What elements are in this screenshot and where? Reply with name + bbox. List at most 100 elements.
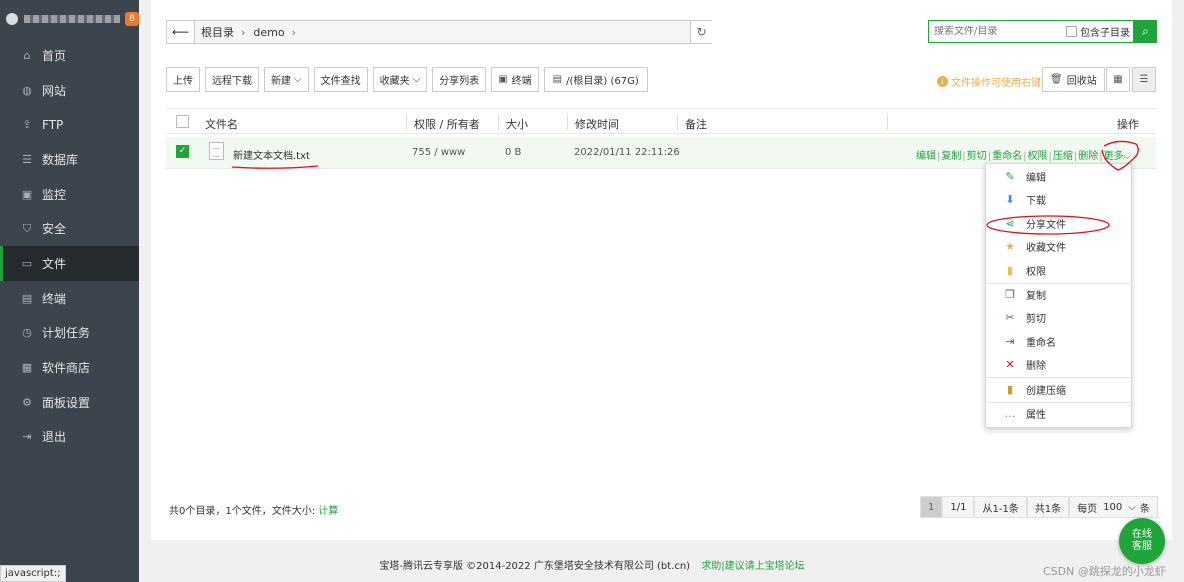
favorites-button[interactable]: 收藏夹 ⌵ [372,67,428,92]
grid-icon: ▦ [1113,74,1123,85]
menu-item-label: 重命名 [1026,337,1056,349]
op-more[interactable]: 更多⌵ [1104,151,1132,162]
menu-item-share[interactable]: ⋖ 分享文件 [986,212,1131,235]
sidebar-item-home[interactable]: ⌂ 首页 [0,38,139,73]
refresh-button[interactable]: ↻ [690,21,712,43]
watermark: CSDN @跳探龙的小龙虾 [1043,565,1166,578]
remote-download-button[interactable]: 远程下载 [205,67,259,92]
right-click-tip: i 文件操作可使用右键 [937,74,1041,89]
chevron-down-icon: ⌵ [1123,151,1132,162]
forum-link[interactable]: 求助|建议请上宝塔论坛 [701,561,804,572]
sidebar-item-logout[interactable]: ⇥ 退出 [0,420,139,455]
header-permission[interactable]: 权限 / 所有者 [414,116,480,132]
sidebar-item-label: FTP [42,117,64,132]
search-input[interactable] [934,26,1062,37]
op-cut[interactable]: 剪切 [967,151,987,162]
back-button[interactable]: ⟵ [167,21,195,43]
checkbox-icon [1066,26,1077,37]
op-copy[interactable]: 复制 [941,151,961,162]
find-file-button[interactable]: 文件查找 [313,67,368,92]
list-icon: ☰ [1139,74,1149,85]
page-current[interactable]: 1 [920,496,943,518]
archive-icon: ▮ [1006,382,1014,396]
breadcrumb-demo[interactable]: demo [253,26,284,39]
terminal-button[interactable]: ▣ 终端 [491,67,539,92]
page-count: 共1条 [1026,496,1070,518]
header-filename[interactable]: 文件名 [205,116,238,132]
sidebar-item-gear[interactable]: ⚙ 面板设置 [0,385,139,420]
gear-icon: ⚙ [22,395,32,409]
delete-icon: ✕ [1005,358,1015,372]
header-size[interactable]: 大小 [506,116,528,132]
file-size: 0 B [505,147,522,158]
header-mtime[interactable]: 修改时间 [575,116,619,132]
text-file-icon [209,142,224,160]
op-separator: | [1073,151,1078,162]
ftp-icon: ⇪ [22,118,32,132]
sidebar-item-ftp[interactable]: ⇪ FTP [0,107,139,142]
sidebar-item-apps[interactable]: ▦ 软件商店 [0,350,139,385]
menu-item-label: 剪切 [1026,314,1046,326]
calculate-link[interactable]: 计算 [318,506,338,517]
pagination: 1 1/1 从1-1条 共1条 每页 100 ⌵ 条 [920,496,1158,518]
upload-button[interactable]: 上传 [166,67,200,92]
file-mtime: 2022/01/11 22:11:26 [574,147,680,158]
menu-item-properties[interactable]: … 属性 [986,402,1131,425]
sidebar-item-clock[interactable]: ◷ 计划任务 [0,316,139,351]
share-list-button[interactable]: 分享列表 [432,67,487,92]
grid-view-button[interactable]: ▦ [1106,67,1130,92]
per-page-select[interactable]: 每页 100 ⌵ 条 [1069,496,1158,518]
search-button[interactable]: ⌕ [1134,20,1157,43]
menu-item-archive[interactable]: ▮ 创建压缩 [986,378,1131,401]
menu-item-scissors[interactable]: ✂ 剪切 [986,306,1131,329]
sidebar-item-label: 计划任务 [42,326,91,341]
menu-item-permission[interactable]: ▮ 权限 [986,259,1131,282]
logout-icon: ⇥ [22,430,32,444]
menu-item-download[interactable]: ⬇ 下载 [986,188,1131,211]
menu-item-copy[interactable]: ❐ 复制 [986,283,1131,306]
op-rename[interactable]: 重命名 [992,151,1022,162]
disk-button[interactable]: ▤/(根目录) (67G) [543,67,648,92]
sidebar-item-folder[interactable]: ▭ 文件 [0,246,139,281]
op-delete[interactable]: 删除 [1078,151,1098,162]
sidebar-item-database[interactable]: ☰ 数据库 [0,142,139,177]
sidebar-item-globe[interactable]: ◍ 网站 [0,73,139,108]
favorites-label: 收藏夹 [379,76,410,87]
file-permission[interactable]: 755 / www [412,147,465,158]
include-subdir-checkbox[interactable]: 包含子目录 [1066,24,1130,39]
op-edit[interactable]: 编辑 [916,151,936,162]
breadcrumb-root[interactable]: 根目录 [201,24,234,40]
per-page-value: 100 [1103,501,1123,513]
op-compress[interactable]: 压缩 [1053,151,1073,162]
menu-item-delete[interactable]: ✕ 删除 [986,353,1131,376]
logo-icon [6,13,18,25]
menu-item-star[interactable]: ★ 收藏文件 [986,235,1131,258]
home-icon: ⌂ [23,48,31,62]
menu-item-label: 权限 [1026,266,1046,278]
column-divider [498,114,499,130]
properties-icon: … [1004,407,1016,420]
select-all-checkbox[interactable] [176,115,189,128]
copyright-bar: 宝塔-腾讯云专享版 ©2014-2022 广东堡塔安全技术有限公司 (bt.cn… [0,557,1184,572]
sidebar: 8 ⌂ 首页 ◍ 网站 ⇪ FTP ☰ 数据库 ▣ 监控 ⛉ 安全 ▭ 文件 ▤ 终端 ◷ 计划任务 ▦ 软件商店 ⚙ 面… [0,0,139,582]
op-permission[interactable]: 权限 [1028,151,1048,162]
trash-icon: 🗑 [1050,74,1063,85]
menu-item-label: 分享文件 [1026,219,1066,231]
sidebar-item-terminal[interactable]: ▤ 终端 [0,281,139,316]
op-separator: | [1048,151,1052,162]
page-total: 1/1 [942,496,975,518]
new-button[interactable]: 新建 ⌵ [264,67,309,92]
menu-item-edit[interactable]: ✎ 编辑 [986,165,1131,188]
list-view-button[interactable]: ☰ [1132,67,1156,92]
sidebar-item-shield[interactable]: ⛉ 安全 [0,211,139,246]
shield-icon: ⛉ [22,221,32,235]
toolbar: 上传 远程下载 新建 ⌵ 文件查找 收藏夹 ⌵ 分享列表 ▣ 终端 ▤/(根目录) (… [166,67,653,92]
sidebar-item-monitor[interactable]: ▣ 监控 [0,177,139,212]
menu-item-rename[interactable]: ⇥ 重命名 [986,330,1131,353]
file-name[interactable]: 新建文本文档.txt [233,147,310,162]
online-support-button[interactable]: 在线 客服 [1119,518,1165,564]
row-checkbox[interactable]: ✓ [176,145,189,158]
sidebar-item-label: 数据库 [42,152,79,167]
update-badge[interactable]: 8 [125,12,139,26]
recycle-bin-button[interactable]: 🗑 回收站 [1042,67,1105,92]
